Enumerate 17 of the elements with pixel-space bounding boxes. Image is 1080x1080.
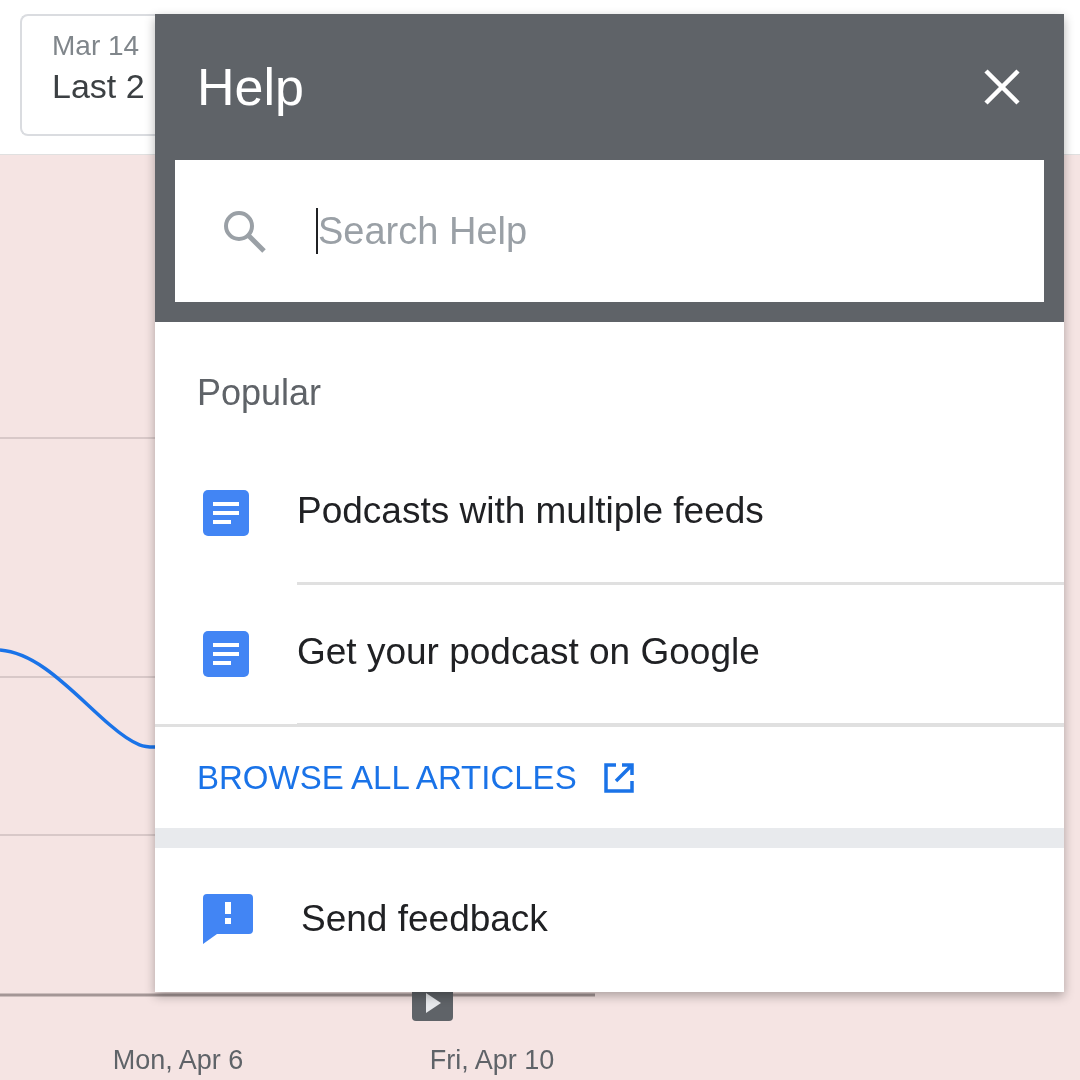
document-icon <box>203 630 249 677</box>
document-icon <box>203 489 249 536</box>
article-item[interactable]: Podcasts with multiple feeds <box>155 442 1064 583</box>
section-title: Popular <box>196 371 323 415</box>
panel-title: Help <box>197 57 304 117</box>
close-icon[interactable] <box>982 67 1022 107</box>
date-start: Mar 14 <box>52 29 141 63</box>
external-link-icon[interactable] <box>602 761 635 794</box>
send-feedback-item[interactable]: Send feedback <box>155 848 1064 990</box>
feedback-icon <box>203 894 253 944</box>
axis-label: Fri, Apr 10 <box>429 1045 555 1075</box>
browse-articles-link[interactable]: BROWSE ALL ARTICLES <box>197 758 577 797</box>
search-field[interactable]: Search Help <box>175 160 1044 302</box>
article-item[interactable]: Get your podcast on Google <box>155 583 1064 727</box>
axis-label: Mon, Apr 6 <box>112 1045 244 1075</box>
text-cursor <box>316 208 318 254</box>
date-range-label: Last 2 <box>52 66 146 107</box>
